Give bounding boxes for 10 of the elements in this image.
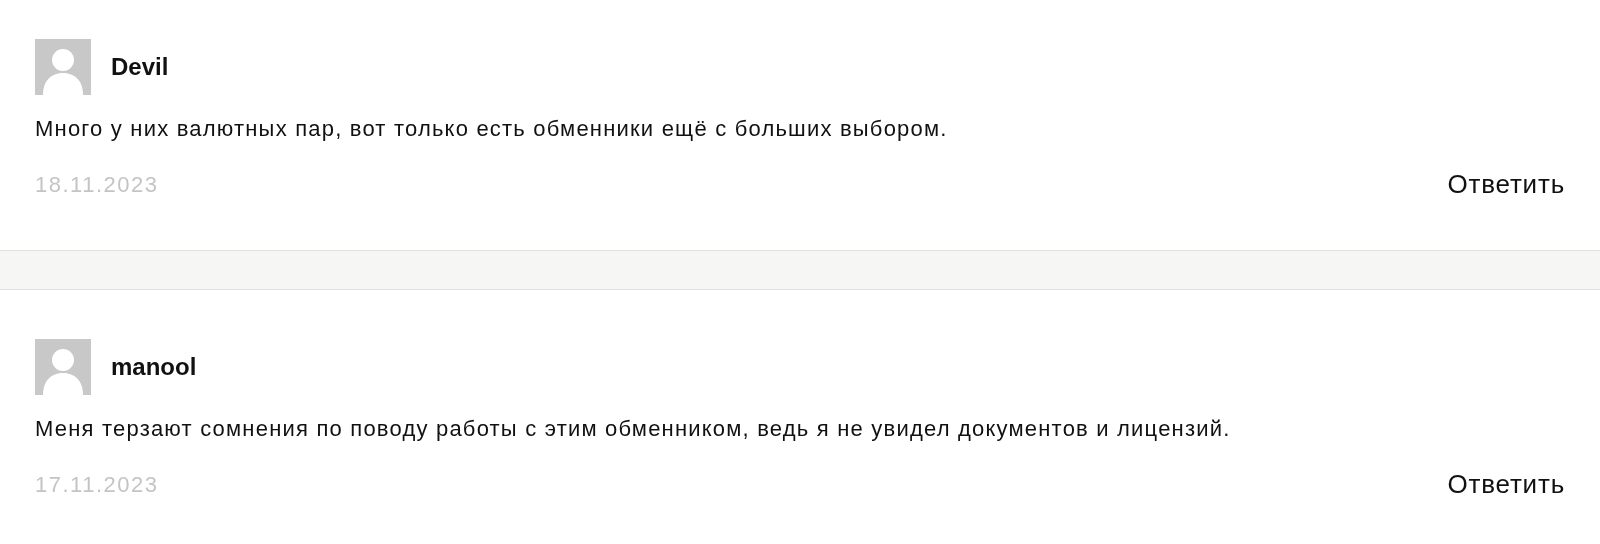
avatar-icon bbox=[35, 39, 91, 95]
author-name: Devil bbox=[111, 53, 169, 81]
reply-link[interactable]: Ответить bbox=[1447, 469, 1565, 500]
comment-date: 18.11.2023 bbox=[35, 171, 159, 198]
comment-text: Много у них валютных пар, вот только есть обменники ещё с больших выбором. bbox=[35, 115, 949, 143]
comment-text: Меня терзают сомнения по поводу работы с этим обменником, ведь я не увидел документов и лицензий. bbox=[35, 415, 1232, 443]
reply-link[interactable]: Ответить bbox=[1447, 169, 1565, 200]
author-name: manool bbox=[111, 353, 197, 381]
avatar-icon bbox=[35, 339, 91, 395]
comment-date: 17.11.2023 bbox=[35, 471, 159, 498]
